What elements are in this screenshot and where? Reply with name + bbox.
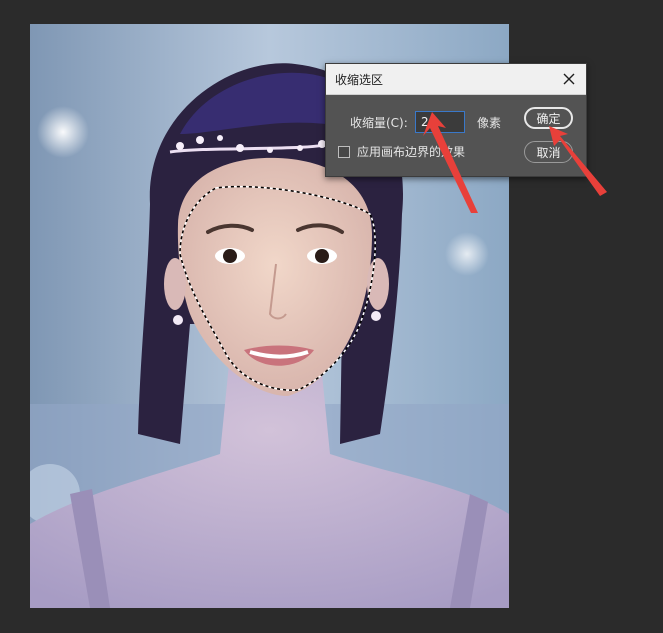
pixels-unit-label: 像素 [477, 116, 502, 130]
dialog-titlebar[interactable]: 收缩选区 [326, 64, 586, 95]
close-button[interactable] [558, 68, 580, 90]
close-icon [563, 73, 575, 85]
contract-selection-dialog: 收缩选区 收缩量(C): 像素 应用画布边界的效果 确定 取消 [325, 63, 587, 177]
cancel-button[interactable]: 取消 [524, 141, 573, 163]
apply-canvas-bounds-checkbox[interactable] [338, 146, 350, 158]
contract-amount-input[interactable] [415, 111, 465, 133]
dialog-title: 收缩选区 [335, 73, 384, 87]
contract-amount-label: 收缩量(C): [350, 116, 408, 130]
ok-button[interactable]: 确定 [524, 107, 573, 129]
apply-canvas-bounds-label[interactable]: 应用画布边界的效果 [357, 143, 465, 160]
